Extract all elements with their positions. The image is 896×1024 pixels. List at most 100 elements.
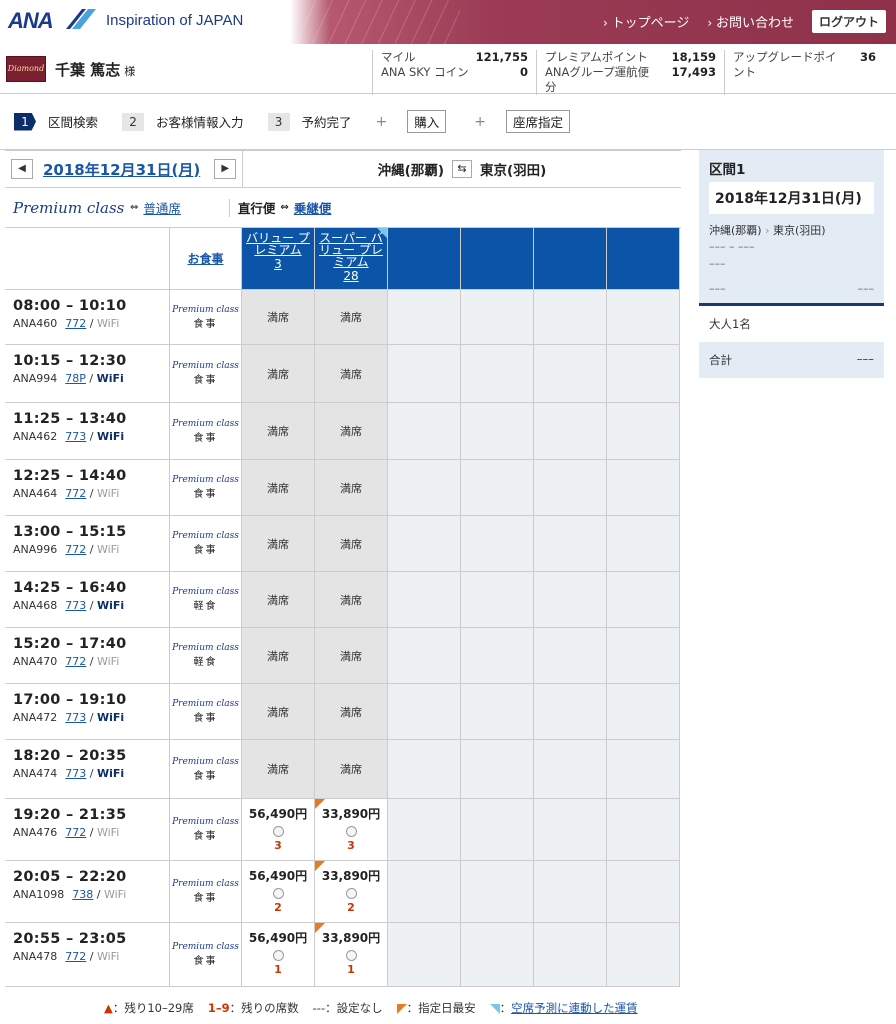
aircraft-link[interactable]: 772 <box>65 655 86 668</box>
connecting-flight-link[interactable]: 乗継便 <box>294 198 332 217</box>
step-3-label: 予約完了 <box>301 115 352 130</box>
fare-cell-available[interactable]: 56,490円 2 <box>242 861 315 923</box>
meal-type: 軽食 <box>193 601 218 612</box>
flight-info-cell: 17:00 – 19:10 ANA472 773 / WiFi <box>5 684 170 740</box>
fare-radio[interactable] <box>272 826 284 837</box>
flight-number: ANA996 <box>13 543 58 556</box>
fare-cell-full: 満席 <box>242 290 315 345</box>
fare-seat-count: 28 <box>343 269 359 283</box>
itinerary-summary: 区間1 2018年12月31日(月) 沖縄(那覇) › 東京(羽田) ––– –… <box>699 150 884 378</box>
selected-date[interactable]: 2018年12月31日(月) <box>43 159 200 180</box>
flight-number: ANA1098 <box>13 888 65 901</box>
swap-route-button[interactable]: ⇆ <box>452 160 472 178</box>
meal-cell: Premium class 食事 <box>170 740 242 799</box>
meal-type: 食事 <box>193 713 218 724</box>
fare-radio[interactable] <box>345 950 357 961</box>
segment-title: 区間1 <box>709 162 746 178</box>
aircraft-link[interactable]: 772 <box>65 487 86 500</box>
fare-radio[interactable] <box>272 950 284 961</box>
points-summary: マイル 121,755 ANA SKY コイン 0 プレミアムポイント 18,159 … <box>372 50 884 95</box>
empty-fare-cell <box>607 460 680 516</box>
aircraft-link[interactable]: 773 <box>65 711 86 724</box>
flight-info-cell: 14:25 – 16:40 ANA468 773 / WiFi <box>5 572 170 628</box>
wifi-icon: WiFi <box>103 888 127 901</box>
empty-fare-cell <box>607 572 680 628</box>
fare-name: バリュー プレミアム <box>246 231 310 257</box>
coin-label: ANA SKY コイン <box>381 65 469 79</box>
flight-meta: ANA476 772 / WiFi <box>13 826 120 839</box>
fare-status: 満席 <box>267 425 289 438</box>
fare-status: 満席 <box>267 705 289 719</box>
empty-fare-cell <box>461 460 534 516</box>
aircraft-link[interactable]: 772 <box>65 826 86 839</box>
fare-status: 満席 <box>267 593 289 607</box>
flight-number: ANA476 <box>13 826 58 839</box>
empty-fare-cell <box>607 923 680 987</box>
nav-contact[interactable]: お問い合わせ <box>707 12 794 31</box>
aircraft-link[interactable]: 773 <box>65 767 86 780</box>
empty-fare-cell <box>461 290 534 345</box>
aircraft-link[interactable]: 773 <box>65 599 86 612</box>
empty-fare-cell <box>534 345 607 403</box>
lowest-fare-flag-icon <box>396 1003 407 1014</box>
fare-cell-full: 満席 <box>242 345 315 403</box>
flight-time: 18:20 – 20:35 <box>13 748 127 764</box>
segment-price-left: ––– <box>709 282 726 295</box>
meal-type: 食事 <box>193 375 218 386</box>
fare-cell-available[interactable]: 56,490円 1 <box>242 923 315 987</box>
fare-header-super-value-premium[interactable]: スーパー バリュー プレミアム 28 <box>315 228 388 290</box>
fare-header-value-premium[interactable]: バリュー プレミアム 3 <box>242 228 315 290</box>
segment-detail-line: ––– <box>709 257 726 270</box>
flight-meta: ANA472 773 / WiFi <box>13 711 125 724</box>
empty-fare-cell <box>388 861 461 923</box>
fare-status: 満席 <box>340 593 362 607</box>
forecast-fare-link[interactable]: 空席予測に連動した運賃 <box>511 1001 638 1015</box>
fare-status: 満席 <box>340 367 362 381</box>
flight-number: ANA478 <box>13 950 58 963</box>
fare-cell-available[interactable]: 33,890円 1 <box>315 923 388 987</box>
logout-button[interactable]: ログアウト <box>811 10 886 33</box>
fare-radio[interactable] <box>345 888 357 899</box>
aircraft-link[interactable]: 78P <box>65 372 86 385</box>
fare-cell-full: 満席 <box>315 684 388 740</box>
aircraft-link[interactable]: 738 <box>72 888 93 901</box>
fare-cell-available[interactable]: 33,890円 3 <box>315 799 388 861</box>
fare-seats-left: 2 <box>347 901 355 914</box>
empty-fare-cell <box>534 460 607 516</box>
meal-brand: Premium class <box>172 304 239 315</box>
plus-icon: + <box>375 113 388 130</box>
flight-meta: ANA994 78P / WiFi <box>13 372 124 385</box>
user-name-text: 千葉 篤志 <box>55 61 121 79</box>
meal-column-header[interactable]: お食事 <box>170 228 242 290</box>
route-origin: 沖縄(那覇) <box>377 163 444 179</box>
lowest-fare-flag-icon <box>315 923 325 933</box>
flight-time: 12:25 – 14:40 <box>13 468 127 484</box>
meal-type: 食事 <box>193 318 218 330</box>
flight-time: 15:20 – 17:40 <box>13 636 127 652</box>
empty-fare-cell <box>461 861 534 923</box>
aircraft-link[interactable]: 773 <box>65 430 86 443</box>
flight-info-cell: 08:00 – 10:10 ANA460 772 / WiFi <box>5 290 170 345</box>
empty-fare-cell <box>388 684 461 740</box>
step-1-number: 1 <box>14 112 36 131</box>
normal-class-link[interactable]: 普通席 <box>143 198 181 217</box>
aircraft-link[interactable]: 772 <box>65 543 86 556</box>
aircraft-link[interactable]: 772 <box>65 317 86 330</box>
flight-info-cell: 15:20 – 17:40 ANA470 772 / WiFi <box>5 628 170 684</box>
nav-top-page[interactable]: トップページ <box>603 12 690 31</box>
empty-fare-cell <box>388 572 461 628</box>
header-nav: トップページ お問い合わせ ログアウト <box>603 10 886 33</box>
fare-status: 満席 <box>340 537 362 551</box>
fare-cell-available[interactable]: 33,890円 2 <box>315 861 388 923</box>
prev-date-button[interactable]: ◀ <box>11 159 33 179</box>
route-destination: 東京(羽田) <box>480 163 547 179</box>
fare-cell-available[interactable]: 56,490円 3 <box>242 799 315 861</box>
empty-fare-cell <box>388 923 461 987</box>
aircraft-link[interactable]: 772 <box>65 950 86 963</box>
fare-radio[interactable] <box>345 826 357 837</box>
fare-cell-full: 満席 <box>242 572 315 628</box>
ana-logo[interactable]: ANA <box>8 8 54 34</box>
next-date-button[interactable]: ▶ <box>214 159 237 179</box>
meal-brand: Premium class <box>172 643 239 653</box>
fare-radio[interactable] <box>272 888 284 899</box>
